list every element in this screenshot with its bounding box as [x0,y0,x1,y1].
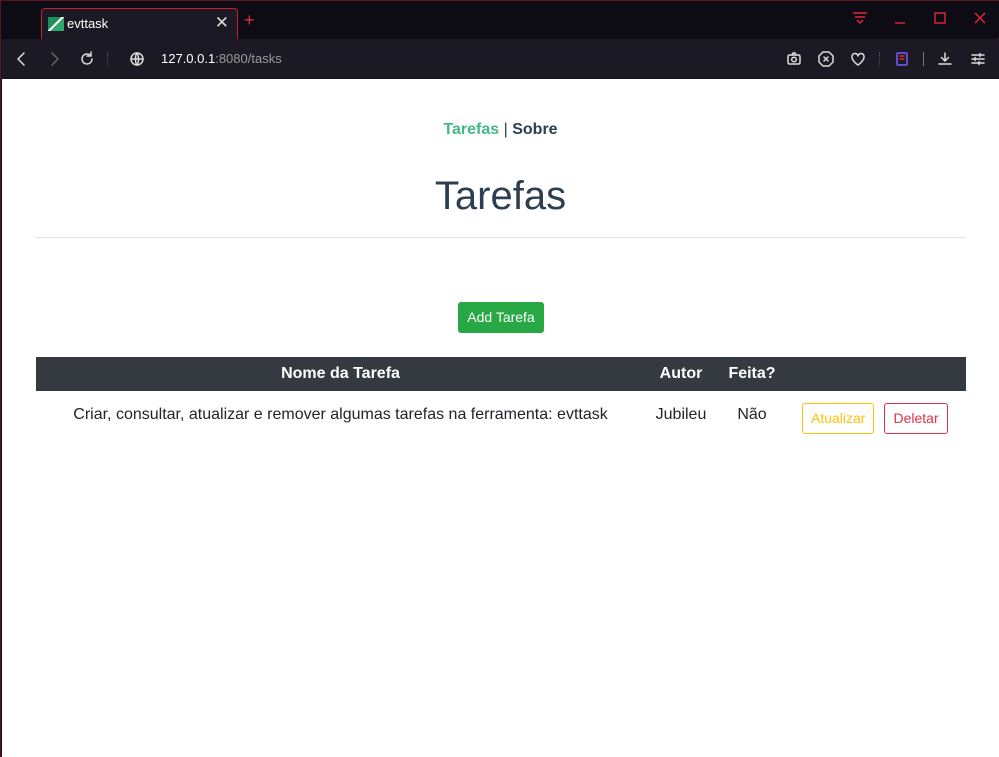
table-row: Criar, consultar, atualizar e remover al… [36,391,966,439]
task-name-cell: Criar, consultar, atualizar e remover al… [73,406,608,423]
adblock-shield-icon[interactable] [816,49,836,69]
title-divider [35,237,966,238]
url-host: 127.0.0.1 [161,51,216,66]
tab-bar: evttask ✕ + [1,1,999,39]
favicon-icon [48,17,64,31]
settings-sliders-icon[interactable] [968,49,988,69]
url-path: :8080/tasks [215,51,282,66]
nav-link-tasks[interactable]: Tarefas [443,121,499,138]
close-window-icon[interactable] [960,1,999,35]
toolbar-separator [923,52,925,66]
globe-icon[interactable] [127,49,147,69]
browser-toolbar: 127.0.0.1:8080/tasks [1,39,999,79]
task-done-cell: Não [737,406,767,423]
table-header-row: Nome da Tarefa Autor Feita? [36,357,966,391]
minimize-icon[interactable] [880,1,920,35]
toolbar-separator [879,52,881,66]
maximize-icon[interactable] [920,1,960,35]
column-header-author: Autor [645,357,717,391]
page-title: Tarefas [434,174,567,218]
extension-icon[interactable] [892,49,912,69]
column-header-task-name: Nome da Tarefa [36,357,645,391]
close-tab-icon[interactable]: ✕ [215,13,229,33]
nav-link-about[interactable]: Sobre [512,121,557,138]
forward-icon[interactable] [44,49,64,69]
task-author-cell: Jubileu [655,406,707,423]
download-icon[interactable] [935,49,955,69]
address-bar[interactable]: 127.0.0.1:8080/tasks [161,51,282,66]
column-header-done: Feita? [717,357,787,391]
back-icon[interactable] [12,49,32,69]
tab-title: evttask [67,16,109,31]
tab-menu-icon[interactable] [840,1,880,35]
column-header-actions [787,357,966,391]
heart-icon[interactable] [848,49,868,69]
nav-separator: | [503,121,508,138]
window-controls [840,1,999,37]
toolbar-separator [107,52,109,66]
browser-window: evttask ✕ + 127.0.0.1:8080/tasks Tarefas… [0,0,999,757]
new-tab-icon[interactable]: + [244,10,255,30]
browser-tab[interactable]: evttask ✕ [41,8,238,39]
update-task-button[interactable]: Atualizar [802,403,875,434]
page-content: Tarefas | Sobre Tarefas Add Tarefa Nome … [2,79,999,757]
task-actions-cell: Atualizar Deletar [787,391,966,439]
add-task-button[interactable]: Add Tarefa [458,302,544,333]
reload-icon[interactable] [77,49,97,69]
camera-icon[interactable] [784,49,804,69]
tasks-table: Nome da Tarefa Autor Feita? Criar, consu… [36,357,966,439]
top-nav: Tarefas | Sobre [2,121,999,139]
delete-task-button[interactable]: Deletar [884,403,948,434]
